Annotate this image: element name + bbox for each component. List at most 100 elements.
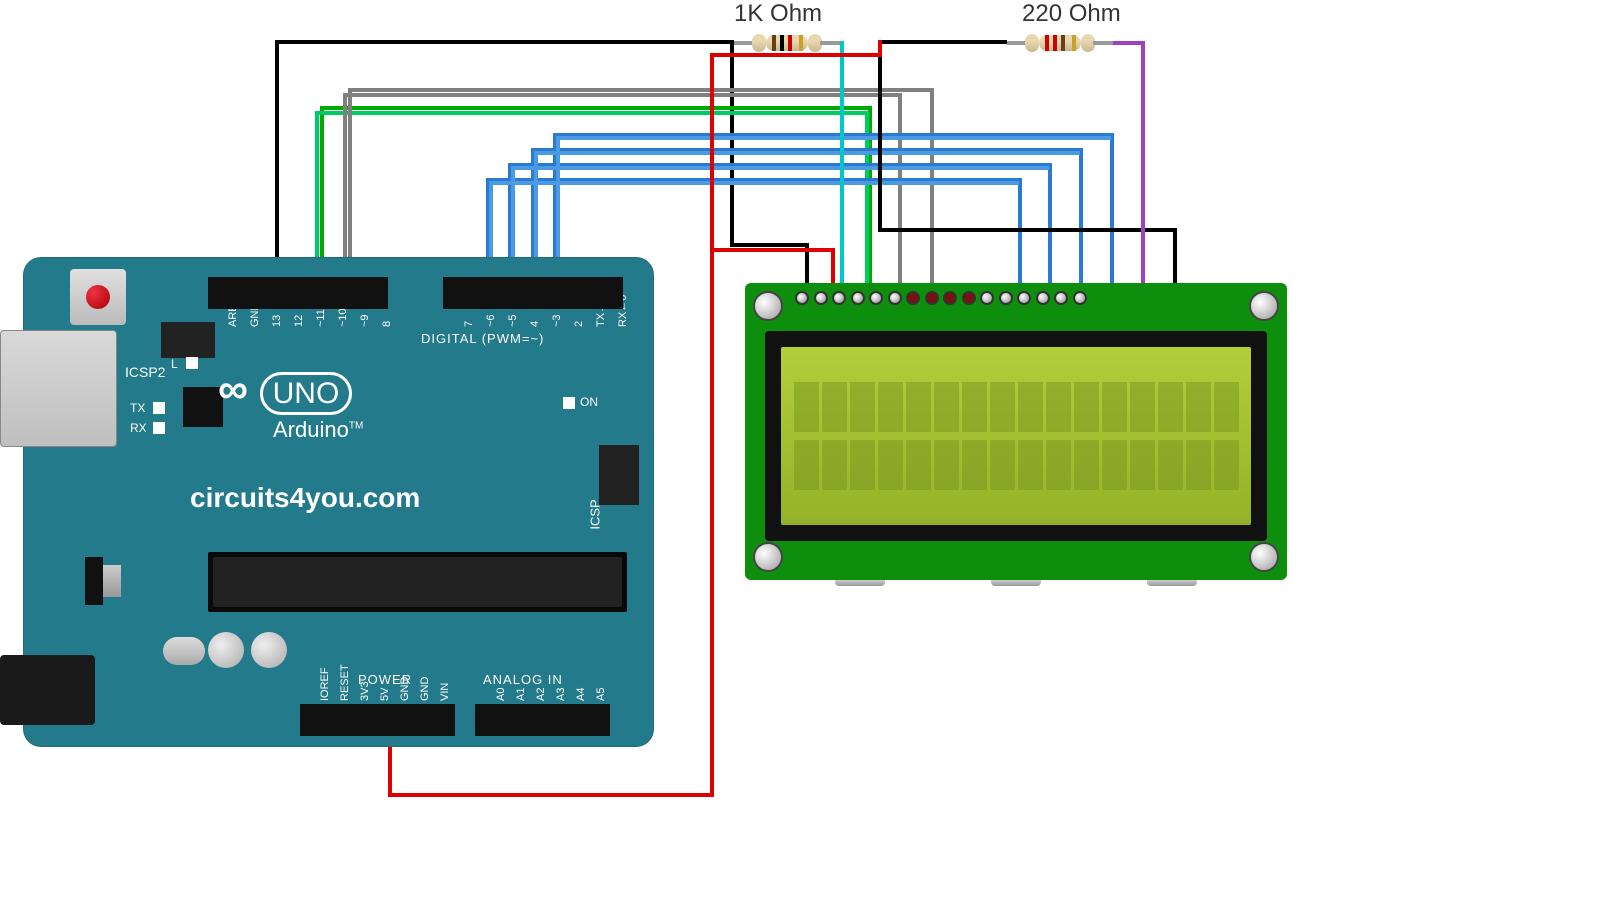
analog-header[interactable] [475,704,610,736]
lcd-16x2-module [745,283,1287,580]
lcd-char-cell [1018,440,1043,490]
lcd-char-cell [822,382,847,432]
pin-label-12: 12 [293,315,305,327]
arduino-logo: ∞ UNO [218,365,352,413]
analog-section-label: ANALOG IN [483,672,563,687]
mounting-hole [753,542,783,572]
lcd-char-cell [934,440,959,490]
lcd-char-cell [1018,382,1043,432]
lcd-pin-7[interactable] [906,291,920,305]
icsp2-header [161,322,215,358]
pin-label-7: 7 [463,321,475,327]
usb-port [0,330,117,447]
watermark-text: circuits4you.com [190,482,420,514]
lcd-char-cell [906,440,931,490]
lcd-char-cell [1130,382,1155,432]
pin-label-3v3: 3V3 [359,681,371,701]
atmega328-socket [208,552,627,612]
digital-header-right[interactable] [443,277,623,309]
capacitor [208,632,244,668]
lcd-char-cell [1046,440,1071,490]
pin-label-gnd: GND [419,677,431,701]
pin-label-10: ~10 [337,308,349,327]
pin-label-a1: A1 [515,688,527,701]
lcd-bezel [765,331,1267,541]
power-jack [0,655,95,725]
lcd-pin-4[interactable] [851,291,865,305]
lcd-pin-8[interactable] [925,291,939,305]
lcd-pin-11[interactable] [980,291,994,305]
led-on [563,397,575,409]
lcd-pin-15[interactable] [1054,291,1068,305]
lcd-pin-14[interactable] [1036,291,1050,305]
led-tx-label: TX [130,401,145,415]
pin-label-a4: A4 [575,688,587,701]
pin-label-9: ~9 [359,314,371,327]
lcd-pin-header[interactable] [795,291,1087,305]
lcd-char-cell [1074,382,1099,432]
resistor-1k [752,35,822,58]
lcd-pin-1[interactable] [795,291,809,305]
pin-label-reset: RESET [339,664,351,701]
arduino-uno-board: RESET ICSP2 L TX RX ON DIGITAL (PWM=~) P… [23,257,654,747]
lcd-pin-6[interactable] [888,291,902,305]
atmega16u2-chip [183,387,223,427]
lcd-char-cell [1186,382,1211,432]
capacitor [251,632,287,668]
lcd-char-cell [1158,440,1183,490]
lcd-tab [1147,580,1197,586]
digital-header-left[interactable] [208,277,388,309]
lcd-pin-12[interactable] [999,291,1013,305]
lcd-char-cell [990,382,1015,432]
lcd-pin-5[interactable] [869,291,883,305]
lcd-pin-13[interactable] [1017,291,1031,305]
lcd-pin-10[interactable] [962,291,976,305]
lcd-char-cell [1130,440,1155,490]
pin-label-13: 13 [271,315,283,327]
pin-label-6: ~6 [485,314,497,327]
power-header[interactable] [300,704,455,736]
lcd-pin-9[interactable] [943,291,957,305]
led-tx [153,402,165,414]
lcd-char-cell [1186,440,1211,490]
pin-label-2: 2 [573,321,585,327]
lcd-char-cell [878,440,903,490]
lcd-tab [835,580,885,586]
pin-label-4: 4 [529,321,541,327]
pin-label-a2: A2 [535,688,547,701]
crystal-oscillator [163,637,205,665]
voltage-regulator [85,557,103,605]
mounting-hole [1249,542,1279,572]
lcd-char-cell [1102,440,1127,490]
digital-section-label: DIGITAL (PWM=~) [421,331,544,346]
led-rx-label: RX [130,421,147,435]
pin-label-a5: A5 [595,688,607,701]
icsp2-label: ICSP2 [125,364,165,380]
lcd-char-cell [878,382,903,432]
lcd-char-cell [1214,440,1239,490]
lcd-char-cell [1102,382,1127,432]
lcd-char-cell [906,382,931,432]
lcd-pin-3[interactable] [832,291,846,305]
lcd-screen [781,347,1251,525]
led-rx [153,422,165,434]
pin-label-vin: VIN [439,683,451,701]
lcd-char-cell [794,440,819,490]
lcd-pin-2[interactable] [814,291,828,305]
resistor-1-label: 1K Ohm [734,0,822,28]
lcd-char-cell [962,440,987,490]
lcd-pin-16[interactable] [1073,291,1087,305]
pin-label-8: 8 [381,321,393,327]
lcd-char-cell [822,440,847,490]
lcd-char-cell [934,382,959,432]
lcd-tab [991,580,1041,586]
resistor-220 [1025,35,1095,58]
reset-button[interactable] [70,269,126,325]
pin-label-ioref: IOREF [319,667,331,701]
pin-label-a3: A3 [555,688,567,701]
lcd-char-cell [850,382,875,432]
lcd-char-cell [1074,440,1099,490]
resistor-2-label: 220 Ohm [1022,0,1121,28]
pin-label-5v: 5V [379,688,391,701]
lcd-char-cell [794,382,819,432]
